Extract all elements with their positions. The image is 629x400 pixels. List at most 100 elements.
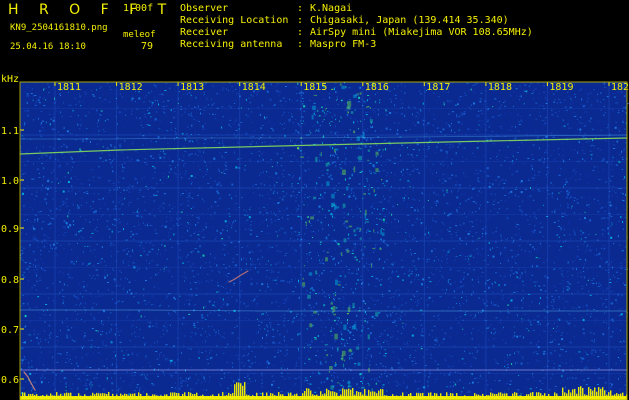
noise-pixel bbox=[117, 198, 120, 200]
noise-pixel bbox=[122, 259, 124, 261]
noise-pixel bbox=[616, 280, 618, 281]
noise-pixel bbox=[113, 158, 115, 160]
noise-pixel bbox=[258, 324, 260, 326]
noise-pixel bbox=[114, 92, 116, 95]
noise-pixel bbox=[267, 283, 268, 286]
noise-pixel bbox=[333, 371, 336, 373]
noise-pixel bbox=[526, 128, 529, 130]
noise-pixel bbox=[579, 249, 582, 251]
noise-pixel bbox=[270, 211, 272, 214]
noise-pixel bbox=[544, 316, 546, 319]
noise-pixel bbox=[561, 101, 564, 104]
noise-pixel bbox=[295, 286, 297, 288]
noise-pixel bbox=[591, 350, 593, 352]
noise-pixel bbox=[336, 277, 338, 279]
noise-pixel bbox=[331, 176, 333, 178]
noise-pixel bbox=[516, 291, 518, 293]
noise-pixel bbox=[351, 353, 354, 355]
noise-pixel bbox=[595, 129, 597, 131]
noise-pixel bbox=[383, 229, 385, 231]
noise-pixel bbox=[56, 378, 58, 380]
noise-pixel bbox=[378, 149, 381, 151]
noise-pixel bbox=[261, 383, 263, 385]
noise-pixel bbox=[178, 211, 180, 213]
noise-pixel bbox=[473, 356, 475, 358]
noise-pixel bbox=[286, 205, 288, 207]
noise-pixel bbox=[320, 222, 322, 224]
noise-pixel bbox=[286, 215, 289, 216]
noise-pixel bbox=[281, 105, 282, 107]
noise-pixel bbox=[260, 127, 262, 130]
noise-pixel bbox=[40, 250, 42, 252]
noise-pixel bbox=[385, 164, 387, 166]
noise-pixel bbox=[201, 265, 203, 267]
noise-pixel bbox=[265, 157, 268, 159]
noise-pixel bbox=[550, 352, 552, 354]
noise-pixel bbox=[463, 212, 465, 214]
noise-pixel bbox=[148, 344, 151, 346]
noise-pixel bbox=[562, 119, 564, 122]
noise-pixel bbox=[319, 241, 322, 243]
noise-pixel bbox=[89, 274, 91, 276]
noise-pixel bbox=[260, 250, 262, 252]
noise-pixel bbox=[81, 301, 83, 304]
noise-pixel bbox=[125, 248, 127, 250]
noise-pixel bbox=[34, 284, 36, 286]
noise-pixel bbox=[130, 278, 132, 280]
noise-pixel bbox=[62, 302, 64, 304]
noise-pixel bbox=[270, 271, 273, 273]
noise-pixel bbox=[117, 189, 119, 191]
noise-pixel bbox=[138, 311, 140, 313]
noise-pixel bbox=[371, 315, 374, 318]
noise-pixel bbox=[339, 120, 340, 122]
noise-pixel bbox=[267, 193, 269, 195]
noise-pixel bbox=[153, 167, 156, 169]
noise-pixel bbox=[272, 277, 274, 280]
noise-pixel bbox=[140, 124, 142, 126]
noise-pixel bbox=[462, 303, 464, 305]
noise-pixel bbox=[311, 338, 313, 340]
noise-pixel bbox=[610, 225, 612, 227]
noise-pixel bbox=[187, 223, 189, 225]
noise-pixel bbox=[404, 359, 406, 361]
noise-pixel bbox=[324, 356, 326, 359]
noise-pixel bbox=[97, 291, 99, 293]
noise-pixel bbox=[390, 297, 392, 299]
noise-pixel bbox=[606, 363, 608, 365]
noise-pixel bbox=[206, 98, 208, 100]
noise-pixel bbox=[583, 145, 585, 148]
noise-pixel bbox=[416, 321, 418, 323]
noise-pixel bbox=[42, 120, 44, 122]
noise-pixel bbox=[248, 97, 251, 99]
noise-pixel bbox=[314, 124, 316, 126]
noise-pixel bbox=[190, 265, 192, 267]
noise-pixel bbox=[565, 386, 567, 389]
noise-pixel bbox=[307, 168, 310, 170]
noise-pixel bbox=[521, 321, 523, 323]
noise-pixel bbox=[304, 183, 306, 185]
noise-pixel bbox=[255, 219, 257, 221]
noise-pixel bbox=[247, 229, 249, 231]
noise-pixel bbox=[320, 193, 322, 196]
noise-pixel bbox=[352, 352, 355, 354]
noise-pixel bbox=[544, 152, 545, 154]
noise-pixel bbox=[367, 164, 369, 166]
noise-pixel bbox=[50, 332, 52, 335]
noise-pixel bbox=[617, 168, 620, 170]
noise-pixel bbox=[593, 278, 595, 280]
noise-pixel bbox=[527, 204, 529, 206]
noise-pixel bbox=[48, 219, 50, 221]
noise-pixel bbox=[302, 120, 304, 122]
noise-pixel bbox=[269, 269, 270, 271]
noise-pixel bbox=[354, 371, 356, 373]
noise-pixel bbox=[439, 296, 442, 298]
noise-pixel bbox=[556, 308, 559, 311]
noise-pixel bbox=[193, 315, 195, 317]
noise-pixel bbox=[131, 326, 133, 328]
noise-pixel bbox=[156, 94, 158, 96]
noise-pixel bbox=[427, 147, 430, 149]
noise-pixel bbox=[344, 86, 347, 88]
noise-pixel bbox=[75, 356, 77, 358]
noise-pixel bbox=[482, 233, 484, 234]
noise-pixel bbox=[216, 301, 218, 303]
